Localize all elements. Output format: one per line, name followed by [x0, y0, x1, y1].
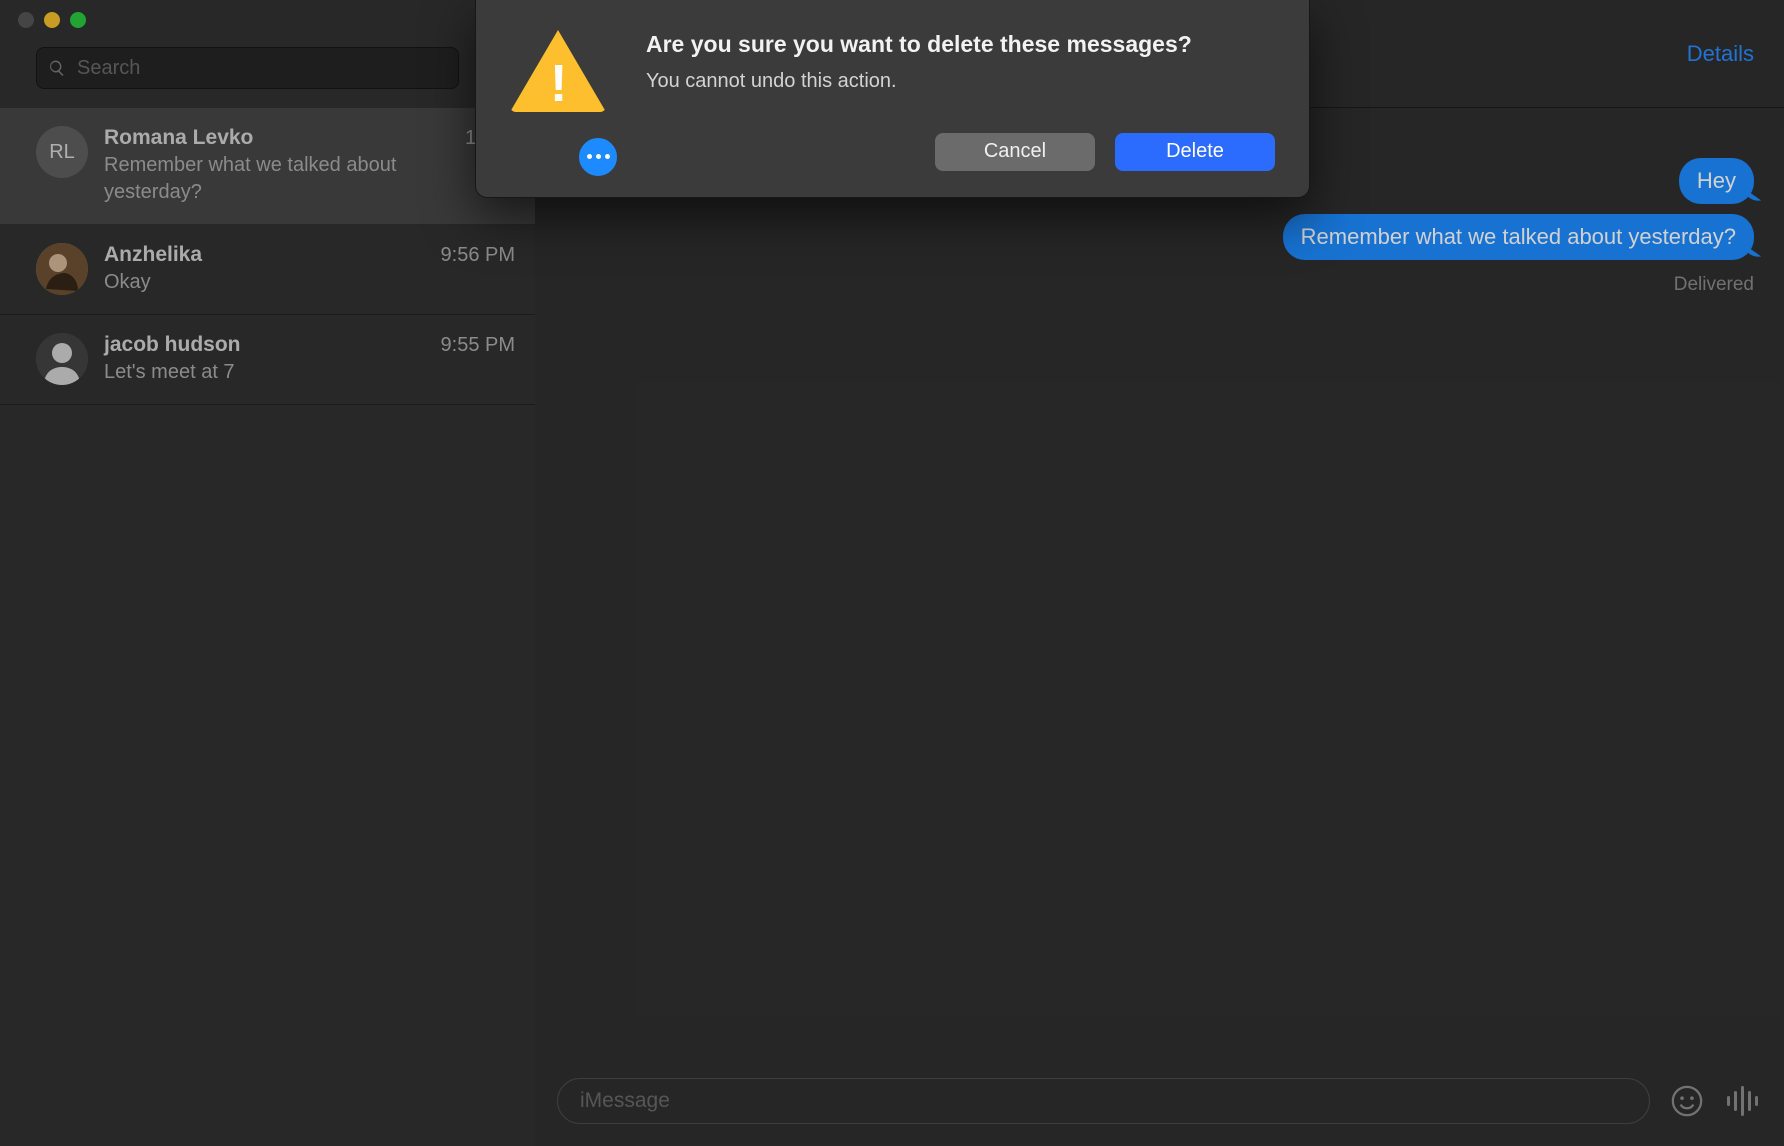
- delivery-status: Delivered: [1674, 274, 1754, 296]
- warning-icon: [510, 30, 606, 112]
- dialog-title: Are you sure you want to delete these me…: [646, 30, 1275, 60]
- conversation-sidebar: RL Romana Levko 10:49 Remember what we t…: [0, 0, 535, 1146]
- dialog-body: Are you sure you want to delete these me…: [646, 30, 1275, 171]
- avatar-photo-icon: [36, 243, 88, 295]
- details-button[interactable]: Details: [1687, 41, 1754, 67]
- dialog-button-row: Cancel Delete: [646, 133, 1275, 171]
- emoji-icon: [1670, 1084, 1704, 1118]
- message-input[interactable]: [557, 1078, 1650, 1124]
- conversation-item[interactable]: RL Romana Levko 10:49 Remember what we t…: [0, 108, 535, 225]
- conversation-item[interactable]: Anzhelika 9:56 PM Okay: [0, 225, 535, 315]
- waveform-icon: [1725, 1086, 1761, 1116]
- conversation-time: 9:56 PM: [441, 244, 515, 267]
- delete-confirmation-dialog: Are you sure you want to delete these me…: [475, 0, 1310, 198]
- avatar: RL: [36, 126, 88, 178]
- conversation-preview: Okay: [104, 269, 424, 296]
- message-bubble[interactable]: Remember what we talked about yesterday?: [1283, 214, 1754, 260]
- messages-app-icon: [576, 135, 620, 179]
- delete-button[interactable]: Delete: [1115, 133, 1275, 171]
- window-zoom-button[interactable]: [70, 12, 86, 28]
- search-input[interactable]: [36, 47, 459, 89]
- window-traffic-lights: [18, 12, 86, 28]
- conversation-time: 9:55 PM: [441, 334, 515, 357]
- conversation-name: Anzhelika: [104, 243, 202, 267]
- conversation-preview: Remember what we talked about yesterday?: [104, 152, 424, 206]
- conversation-list: RL Romana Levko 10:49 Remember what we t…: [0, 108, 535, 1146]
- search-icon: [48, 59, 66, 77]
- window-minimize-button[interactable]: [44, 12, 60, 28]
- search-field-wrap: [36, 47, 459, 89]
- dialog-message: You cannot undo this action.: [646, 70, 1275, 93]
- conversation-name: Romana Levko: [104, 126, 253, 150]
- conversation-preview: Let's meet at 7: [104, 359, 424, 386]
- avatar: [36, 333, 88, 385]
- window-close-button[interactable]: [18, 12, 34, 28]
- message-bubble[interactable]: Hey: [1679, 158, 1754, 204]
- dialog-icon: [510, 30, 620, 171]
- cancel-button[interactable]: Cancel: [935, 133, 1095, 171]
- message-input-bar: [535, 1064, 1784, 1146]
- conversation-item[interactable]: jacob hudson 9:55 PM Let's meet at 7: [0, 315, 535, 405]
- conversation-name: jacob hudson: [104, 333, 241, 357]
- avatar: [36, 243, 88, 295]
- audio-record-button[interactable]: [1724, 1082, 1762, 1120]
- emoji-button[interactable]: [1668, 1082, 1706, 1120]
- message-list: Hey Remember what we talked about yester…: [535, 108, 1784, 1064]
- avatar-generic-icon: [36, 333, 88, 385]
